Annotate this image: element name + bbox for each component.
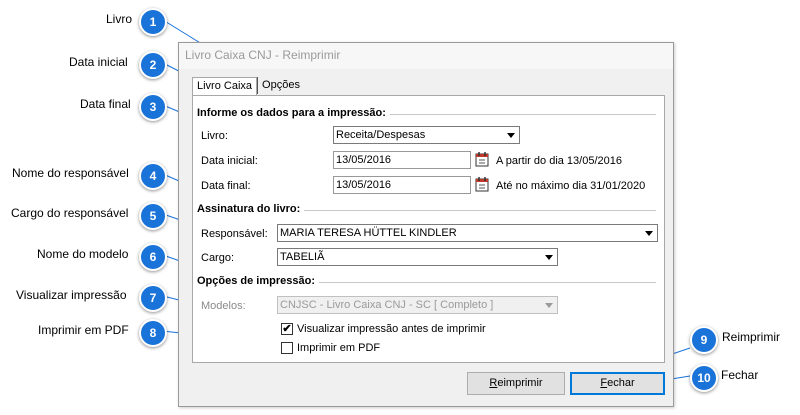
calendar-icon[interactable] — [475, 176, 489, 192]
responsavel-label: Responsável: — [201, 228, 268, 240]
livro-select[interactable]: Receita/Despesas — [333, 126, 520, 144]
pdf-label[interactable]: Imprimir em PDF — [297, 342, 380, 354]
data-final-hint: Até no máximo dia 31/01/2020 — [496, 180, 646, 192]
tab-strip: Livro Caixa Opções — [192, 77, 304, 95]
tab-panel: Informe os dados para a impressão: Livro… — [192, 95, 665, 363]
reimprimir-button[interactable]: Reimprimir — [467, 372, 565, 395]
annotation-badge-9: 9 — [690, 326, 718, 354]
tab-opcoes[interactable]: Opções — [257, 77, 304, 94]
dialog-window: Livro Caixa CNJ - Reimprimir Livro Caixa… — [178, 42, 674, 407]
data-final-label: Data final: — [201, 180, 251, 192]
reimprimir-label: eimprimir — [497, 377, 543, 389]
livro-label: Livro: — [201, 130, 228, 142]
cargo-value: TABELIÃ — [280, 251, 325, 263]
group-title-print-options: Opções de impressão: — [197, 275, 319, 287]
annotation-label-5: Cargo do responsável — [11, 206, 129, 220]
chevron-down-icon[interactable] — [503, 127, 519, 143]
annotation-label-3: Data final — [80, 97, 131, 111]
fechar-button[interactable]: Fechar — [570, 372, 665, 395]
annotation-label-7: Visualizar impressão — [16, 288, 127, 302]
data-inicial-label: Data inicial: — [201, 155, 258, 167]
responsavel-value: MARIA TERESA HÜTTEL KINDLER — [280, 227, 457, 239]
fechar-label: echar — [607, 377, 635, 389]
cargo-label: Cargo: — [201, 252, 235, 264]
annotation-badge-2: 2 — [139, 51, 167, 79]
annotation-label-10: Fechar — [721, 368, 759, 382]
annotation-label-4: Nome do responsável — [12, 166, 129, 180]
annotation-badge-5: 5 — [139, 202, 167, 230]
modelos-select[interactable]: CNJSC - Livro Caixa CNJ - SC [ Completo … — [277, 296, 558, 314]
data-inicial-hint: A partir do dia 13/05/2016 — [496, 155, 622, 167]
chevron-down-icon[interactable] — [541, 297, 557, 313]
annotation-label-1: Livro — [106, 12, 133, 26]
annotation-label-6: Nome do modelo — [37, 247, 129, 261]
annotation-badge-6: 6 — [139, 243, 167, 271]
data-final-input[interactable]: 13/05/2016 — [333, 176, 471, 194]
visualizar-label[interactable]: Visualizar impressão antes de imprimir — [297, 323, 486, 335]
livro-value: Receita/Despesas — [336, 129, 426, 141]
data-final-value: 13/05/2016 — [336, 179, 392, 191]
annotation-badge-1: 1 — [139, 8, 167, 36]
group-title-signature: Assinatura do livro: — [197, 203, 305, 215]
calendar-icon[interactable] — [475, 151, 489, 167]
annotation-badge-4: 4 — [139, 162, 167, 190]
annotation-label-9: Reimprimir — [722, 330, 780, 344]
chevron-down-icon[interactable] — [541, 249, 557, 265]
tab-livro-caixa[interactable]: Livro Caixa — [192, 77, 258, 95]
visualizar-checkbox[interactable]: ✔ — [281, 323, 293, 335]
annotation-badge-10: 10 — [690, 364, 718, 392]
annotation-label-2: Data inicial — [69, 55, 128, 69]
data-inicial-value: 13/05/2016 — [336, 154, 392, 166]
cargo-select[interactable]: TABELIÃ — [277, 248, 558, 266]
annotation-badge-7: 7 — [139, 284, 167, 312]
group-title-print-info: Informe os dados para a impressão: — [197, 107, 390, 119]
annotation-badge-3: 3 — [139, 93, 167, 121]
modelos-label: Modelos: — [201, 300, 246, 312]
chevron-down-icon[interactable] — [641, 225, 657, 241]
annotation-label-8: Imprimir em PDF — [38, 323, 129, 337]
responsavel-select[interactable]: MARIA TERESA HÜTTEL KINDLER — [277, 224, 658, 242]
pdf-checkbox[interactable] — [281, 342, 293, 354]
modelos-value: CNJSC - Livro Caixa CNJ - SC [ Completo … — [280, 299, 494, 311]
data-inicial-input[interactable]: 13/05/2016 — [333, 151, 471, 169]
window-title: Livro Caixa CNJ - Reimprimir — [179, 43, 673, 69]
annotation-badge-8: 8 — [139, 319, 167, 347]
